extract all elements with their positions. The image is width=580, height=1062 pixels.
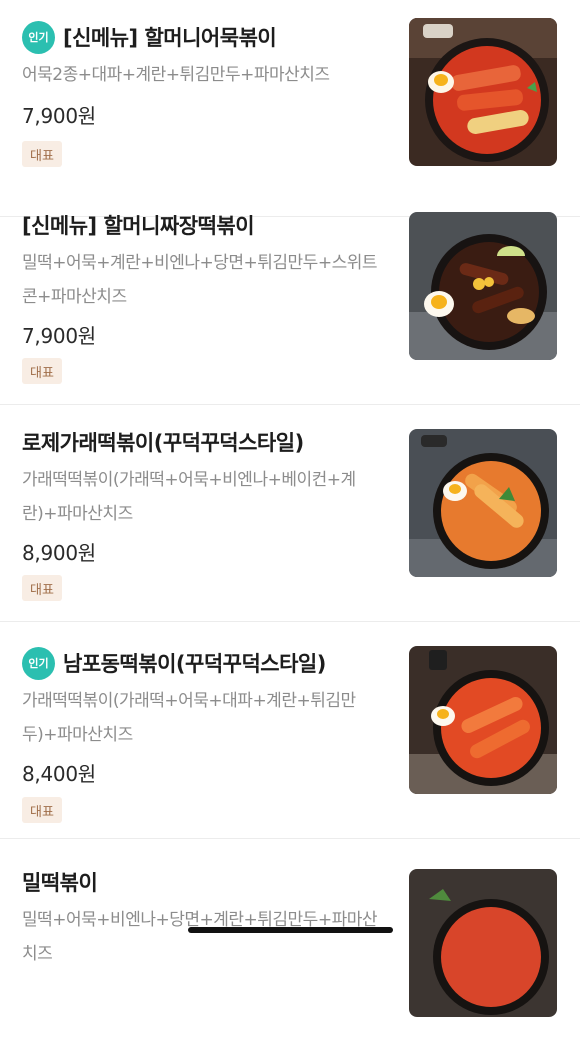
menu-item[interactable]: 인기 남포동떡볶이(꾸덕꾸덕스타일) 가래떡떡볶이(가래떡+어묵+대파+계란+튀… <box>0 622 580 839</box>
popular-badge: 인기 <box>22 20 55 54</box>
menu-item-description: 밀떡+어묵+계란+비엔나+당면+튀김만두+스위트콘+파마산치즈 <box>22 253 377 307</box>
menu-item-title: 로제가래떡볶이(꾸덕꾸덕스타일) <box>22 431 304 455</box>
menu-item-price: 8,400원 <box>22 762 96 786</box>
menu-item-photo[interactable] <box>409 646 557 794</box>
signature-tag: 대표 <box>22 358 62 384</box>
menu-item-description: 가래떡떡볶이(가래떡+어묵+대파+계란+튀김만두)+파마산치즈 <box>22 691 356 745</box>
menu-item[interactable]: 인기 [신메뉴] 할머니어묵볶이 어묵2종+대파+계란+튀김만두+파마산치즈 7… <box>0 0 580 217</box>
menu-item[interactable]: [신메뉴] 할머니짜장떡볶이 밀떡+어묵+계란+비엔나+당면+튀김만두+스위트콘… <box>0 188 580 405</box>
menu-item-title: [신메뉴] 할머니짜장떡볶이 <box>22 214 255 238</box>
menu-item-price: 7,900원 <box>22 104 96 128</box>
menu-item-photo[interactable] <box>409 429 557 577</box>
menu-item-photo[interactable] <box>409 212 557 360</box>
menu-item-title: [신메뉴] 할머니어묵볶이 <box>63 26 277 50</box>
menu-item-photo[interactable] <box>409 869 557 1017</box>
menu-item[interactable]: 로제가래떡볶이(꾸덕꾸덕스타일) 가래떡떡볶이(가래떡+어묵+비엔나+베이컨+계… <box>0 405 580 622</box>
menu-item-price: 7,900원 <box>22 324 96 348</box>
menu-item-description: 밀떡+어묵+비엔나+당면+계란+튀김만두+파마산치즈 <box>22 910 377 964</box>
signature-tag: 대표 <box>22 575 62 601</box>
menu-item-description: 어묵2종+대파+계란+튀김만두+파마산치즈 <box>22 65 330 85</box>
popular-badge: 인기 <box>22 646 55 680</box>
menu-item[interactable]: 밀떡볶이 밀떡+어묵+비엔나+당면+계란+튀김만두+파마산치즈 <box>0 845 580 1062</box>
signature-tag: 대표 <box>22 797 62 823</box>
menu-item-description: 가래떡떡볶이(가래떡+어묵+비엔나+베이컨+계란)+파마산치즈 <box>22 470 356 524</box>
home-indicator[interactable] <box>188 927 393 933</box>
menu-item-title: 남포동떡볶이(꾸덕꾸덕스타일) <box>63 652 326 676</box>
menu-item-title: 밀떡볶이 <box>22 871 98 895</box>
menu-item-price: 8,900원 <box>22 541 96 565</box>
signature-tag: 대표 <box>22 141 62 167</box>
menu-item-photo[interactable] <box>409 18 557 166</box>
